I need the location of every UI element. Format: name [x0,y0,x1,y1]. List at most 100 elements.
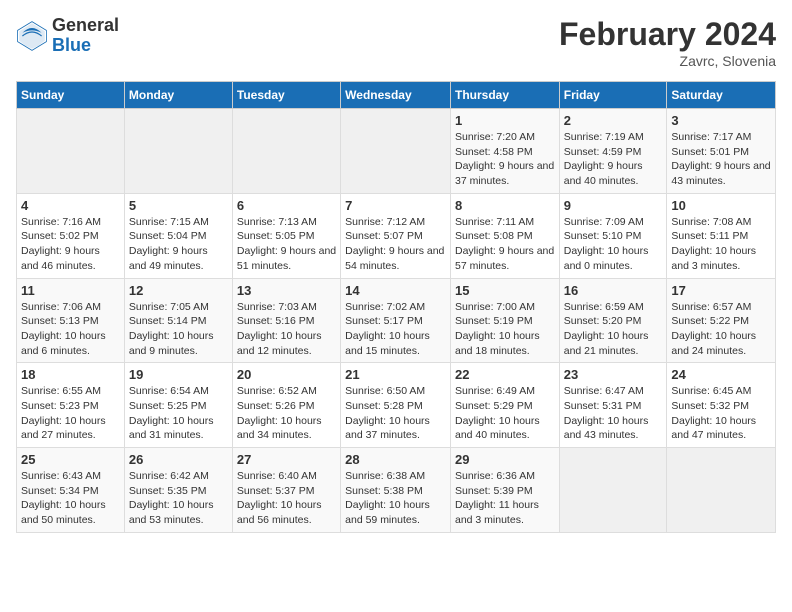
day-info: Sunrise: 7:08 AM Sunset: 5:11 PM Dayligh… [671,215,771,274]
calendar-table: SundayMondayTuesdayWednesdayThursdayFrid… [16,81,776,533]
header-cell-saturday: Saturday [667,82,776,109]
day-cell: 7Sunrise: 7:12 AM Sunset: 5:07 PM Daylig… [341,193,451,278]
day-info: Sunrise: 7:16 AM Sunset: 5:02 PM Dayligh… [21,215,120,274]
day-info: Sunrise: 6:38 AM Sunset: 5:38 PM Dayligh… [345,469,446,528]
day-cell: 25Sunrise: 6:43 AM Sunset: 5:34 PM Dayli… [17,448,125,533]
day-number: 22 [455,367,555,382]
day-number: 11 [21,283,120,298]
week-row-4: 25Sunrise: 6:43 AM Sunset: 5:34 PM Dayli… [17,448,776,533]
day-info: Sunrise: 6:50 AM Sunset: 5:28 PM Dayligh… [345,384,446,443]
week-row-1: 4 Sunrise: 7:16 AM Sunset: 5:02 PM Daylig… [17,193,776,278]
day-number: 16 [564,283,663,298]
day-cell: 26 Sunrise: 6:42 AM Sunset: 5:35 PM Dayli… [124,448,232,533]
calendar-body: 1 Sunrise: 7:20 AM Sunset: 4:58 PM Daylig… [17,109,776,533]
day-cell: 12 Sunrise: 7:05 AM Sunset: 5:14 PM Dayli… [124,278,232,363]
day-number: 13 [237,283,336,298]
day-number: 5 [129,198,228,213]
subtitle: Zavrc, Slovenia [559,53,776,69]
day-info: Sunrise: 6:47 AM Sunset: 5:31 PM Dayligh… [564,384,663,443]
day-cell [124,109,232,194]
day-info: Sunrise: 7:19 AM Sunset: 4:59 PM Dayligh… [564,130,663,189]
logo: General Blue [16,16,119,56]
day-number: 9 [564,198,663,213]
day-number: 28 [345,452,446,467]
header-row: SundayMondayTuesdayWednesdayThursdayFrid… [17,82,776,109]
header-cell-thursday: Thursday [450,82,559,109]
day-cell: 11Sunrise: 7:06 AM Sunset: 5:13 PM Dayli… [17,278,125,363]
day-info: Sunrise: 6:43 AM Sunset: 5:34 PM Dayligh… [21,469,120,528]
day-number: 4 [21,198,120,213]
day-info: Sunrise: 6:40 AM Sunset: 5:37 PM Dayligh… [237,469,336,528]
day-cell: 4 Sunrise: 7:16 AM Sunset: 5:02 PM Daylig… [17,193,125,278]
day-number: 6 [237,198,336,213]
day-cell: 16 Sunrise: 6:59 AM Sunset: 5:20 PM Dayli… [559,278,667,363]
day-info: Sunrise: 7:12 AM Sunset: 5:07 PM Dayligh… [345,215,446,274]
day-cell: 2 Sunrise: 7:19 AM Sunset: 4:59 PM Daylig… [559,109,667,194]
day-number: 24 [671,367,771,382]
day-info: Sunrise: 7:03 AM Sunset: 5:16 PM Dayligh… [237,300,336,359]
day-cell: 17 Sunrise: 6:57 AM Sunset: 5:22 PM Dayli… [667,278,776,363]
day-number: 15 [455,283,555,298]
day-info: Sunrise: 7:15 AM Sunset: 5:04 PM Dayligh… [129,215,228,274]
day-cell: 3 Sunrise: 7:17 AM Sunset: 5:01 PM Daylig… [667,109,776,194]
day-cell: 5 Sunrise: 7:15 AM Sunset: 5:04 PM Daylig… [124,193,232,278]
day-number: 2 [564,113,663,128]
day-info: Sunrise: 6:36 AM Sunset: 5:39 PM Dayligh… [455,469,555,528]
day-info: Sunrise: 7:05 AM Sunset: 5:14 PM Dayligh… [129,300,228,359]
day-cell: 15 Sunrise: 7:00 AM Sunset: 5:19 PM Dayli… [450,278,559,363]
day-number: 14 [345,283,446,298]
day-number: 17 [671,283,771,298]
day-info: Sunrise: 7:13 AM Sunset: 5:05 PM Dayligh… [237,215,336,274]
day-cell: 20 Sunrise: 6:52 AM Sunset: 5:26 PM Dayli… [232,363,340,448]
header-cell-monday: Monday [124,82,232,109]
day-cell: 27 Sunrise: 6:40 AM Sunset: 5:37 PM Dayli… [232,448,340,533]
day-cell: 19 Sunrise: 6:54 AM Sunset: 5:25 PM Dayli… [124,363,232,448]
day-cell [667,448,776,533]
day-number: 20 [237,367,336,382]
calendar-header: SundayMondayTuesdayWednesdayThursdayFrid… [17,82,776,109]
logo-icon [16,20,48,52]
day-number: 12 [129,283,228,298]
page-header: General Blue February 2024 Zavrc, Sloven… [16,16,776,69]
day-number: 19 [129,367,228,382]
day-number: 29 [455,452,555,467]
day-cell: 24 Sunrise: 6:45 AM Sunset: 5:32 PM Dayli… [667,363,776,448]
day-info: Sunrise: 6:57 AM Sunset: 5:22 PM Dayligh… [671,300,771,359]
day-number: 23 [564,367,663,382]
logo-text: General Blue [52,16,119,56]
logo-blue-text: Blue [52,36,119,56]
day-cell [17,109,125,194]
day-info: Sunrise: 7:11 AM Sunset: 5:08 PM Dayligh… [455,215,555,274]
day-info: Sunrise: 6:49 AM Sunset: 5:29 PM Dayligh… [455,384,555,443]
day-cell [559,448,667,533]
day-cell: 14Sunrise: 7:02 AM Sunset: 5:17 PM Dayli… [341,278,451,363]
day-number: 1 [455,113,555,128]
day-info: Sunrise: 6:52 AM Sunset: 5:26 PM Dayligh… [237,384,336,443]
day-number: 3 [671,113,771,128]
day-cell: 21Sunrise: 6:50 AM Sunset: 5:28 PM Dayli… [341,363,451,448]
week-row-3: 18Sunrise: 6:55 AM Sunset: 5:23 PM Dayli… [17,363,776,448]
day-cell: 29 Sunrise: 6:36 AM Sunset: 5:39 PM Dayli… [450,448,559,533]
day-cell: 13 Sunrise: 7:03 AM Sunset: 5:16 PM Dayli… [232,278,340,363]
day-cell: 10Sunrise: 7:08 AM Sunset: 5:11 PM Dayli… [667,193,776,278]
day-info: Sunrise: 6:59 AM Sunset: 5:20 PM Dayligh… [564,300,663,359]
day-cell: 22 Sunrise: 6:49 AM Sunset: 5:29 PM Dayli… [450,363,559,448]
day-cell: 28 Sunrise: 6:38 AM Sunset: 5:38 PM Dayli… [341,448,451,533]
main-title: February 2024 [559,16,776,53]
day-info: Sunrise: 6:55 AM Sunset: 5:23 PM Dayligh… [21,384,120,443]
day-number: 26 [129,452,228,467]
day-cell: 23 Sunrise: 6:47 AM Sunset: 5:31 PM Dayli… [559,363,667,448]
day-info: Sunrise: 6:42 AM Sunset: 5:35 PM Dayligh… [129,469,228,528]
day-info: Sunrise: 7:09 AM Sunset: 5:10 PM Dayligh… [564,215,663,274]
day-number: 27 [237,452,336,467]
day-cell [232,109,340,194]
day-info: Sunrise: 6:45 AM Sunset: 5:32 PM Dayligh… [671,384,771,443]
day-info: Sunrise: 7:20 AM Sunset: 4:58 PM Dayligh… [455,130,555,189]
logo-general-text: General [52,16,119,36]
day-info: Sunrise: 6:54 AM Sunset: 5:25 PM Dayligh… [129,384,228,443]
day-info: Sunrise: 7:17 AM Sunset: 5:01 PM Dayligh… [671,130,771,189]
header-cell-sunday: Sunday [17,82,125,109]
day-info: Sunrise: 7:00 AM Sunset: 5:19 PM Dayligh… [455,300,555,359]
day-number: 8 [455,198,555,213]
header-cell-friday: Friday [559,82,667,109]
